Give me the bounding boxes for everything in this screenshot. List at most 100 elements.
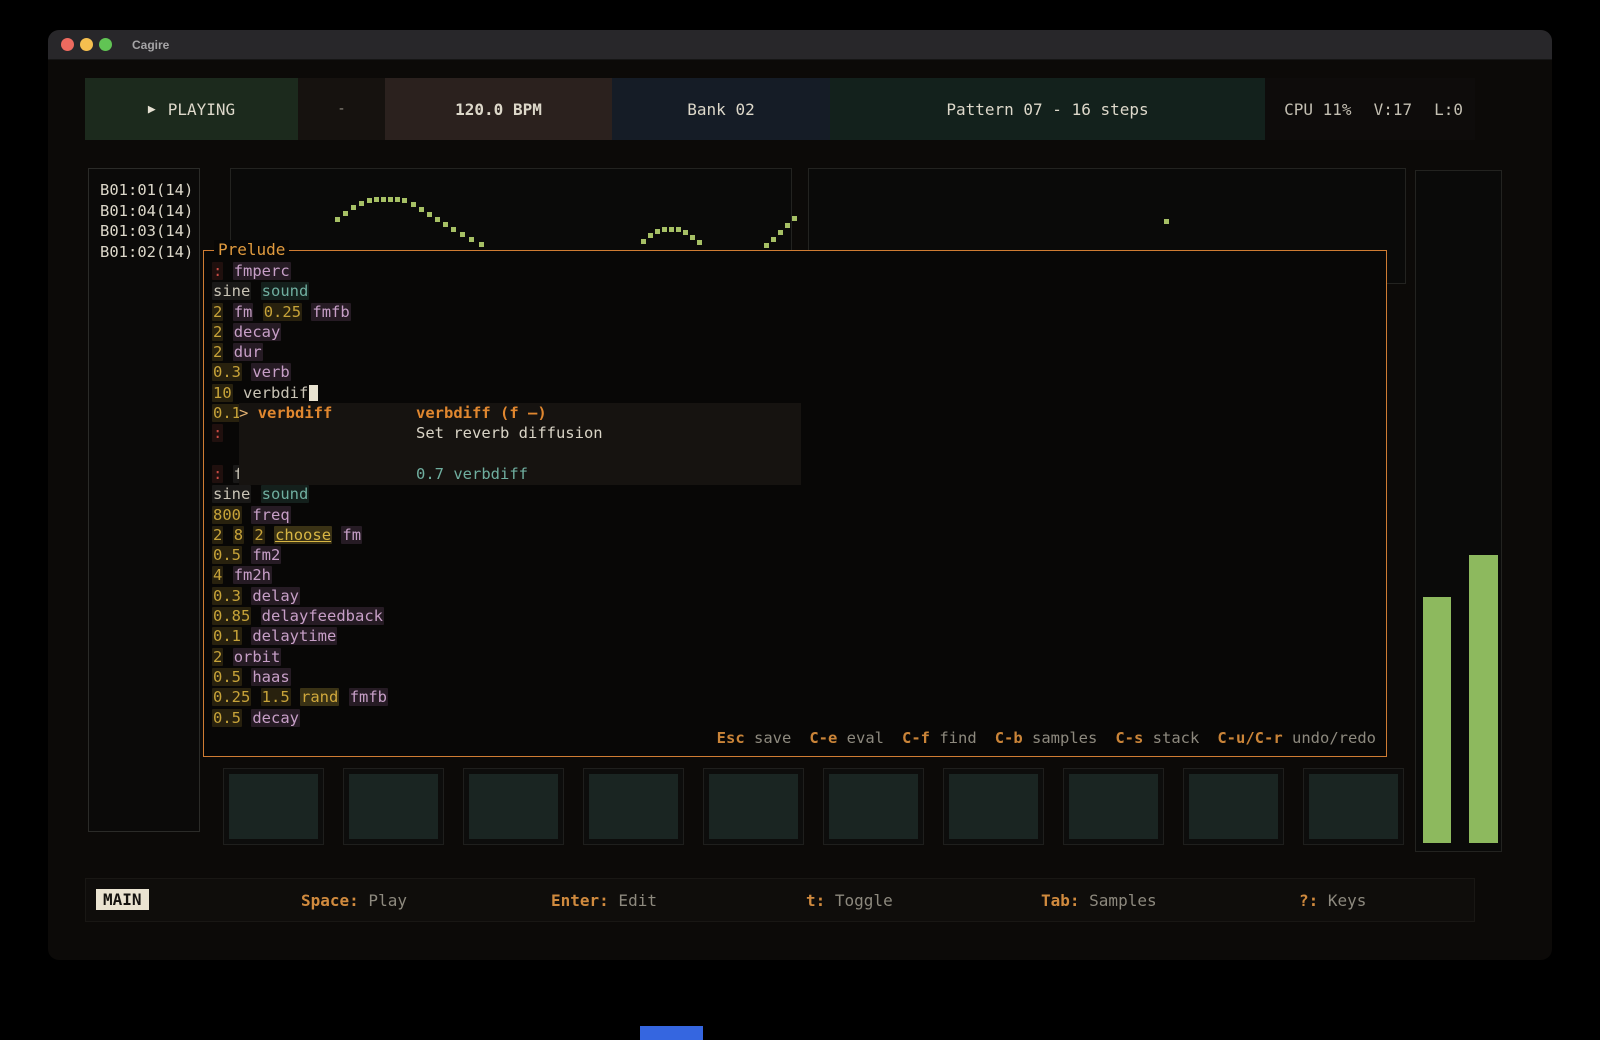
step-cell[interactable] [823,768,924,845]
zoom-window-button[interactable] [99,38,112,51]
code-token: delay [251,587,300,605]
step-cell-fill [469,774,558,839]
code-token: 0.85 [212,607,251,625]
pattern-slot-item[interactable]: B01:03(14) [100,221,199,242]
code-token: freq [251,506,290,524]
step-cell[interactable] [463,768,564,845]
pattern-label: Pattern 07 - 16 steps [946,100,1148,119]
waveform-dot [374,197,379,202]
code-token: 0.3 [212,587,242,605]
code-line[interactable]: sine sound [212,484,1378,504]
status-bar-item: Space: Play [301,891,407,910]
code-token: 2 [212,323,223,341]
code-token: 0.5 [212,709,242,727]
autocomplete-selected-item[interactable]: > verbdiff [239,403,332,423]
window-title: Cagire [132,38,169,52]
step-cell[interactable] [1183,768,1284,845]
step-cell-fill [589,774,678,839]
help-label: stack [1143,729,1199,747]
code-token: decay [251,709,300,727]
code-token: decay [233,323,282,341]
code-token: 0.1 [212,627,242,645]
waveform-dot [641,239,646,244]
code-line[interactable]: 2 dur [212,342,1378,362]
code-token: sine [212,282,251,300]
step-cell[interactable] [943,768,1044,845]
code-token: 1.5 [261,688,291,706]
status-key: Tab: [1041,891,1080,910]
code-token: fm [341,526,362,544]
bank-label: Bank 02 [687,100,754,119]
editor-help-line: Esc saveC-e evalC-f findC-b samplesC-s s… [699,728,1376,748]
function-description: Set reverb diffusion [416,423,603,443]
code-line[interactable]: 0.5 fm2 [212,545,1378,565]
step-cell[interactable] [703,768,804,845]
step-cell[interactable] [1303,768,1404,845]
waveform-dot [771,237,776,242]
bank-display[interactable]: Bank 02 [612,78,830,140]
code-token: sound [261,282,310,300]
code-token: : [212,465,223,483]
code-token: sound [261,485,310,503]
waveform-dot [381,197,386,202]
editor-help-item: C-b samples [995,729,1098,747]
step-cell-fill [229,774,318,839]
code-line[interactable]: 2 fm 0.25 fmfb [212,302,1378,322]
code-line[interactable]: 2 8 2 choose fm [212,525,1378,545]
code-token: choose [274,526,332,544]
pattern-display[interactable]: Pattern 07 - 16 steps [830,78,1265,140]
pattern-slot-item[interactable]: B01:02(14) [100,242,199,263]
code-line[interactable]: 0.1 delaytime [212,626,1378,646]
minimize-window-button[interactable] [80,38,93,51]
waveform-dot [479,242,484,247]
step-cell[interactable] [343,768,444,845]
code-line[interactable]: 0.25 1.5 rand fmfb [212,687,1378,707]
code-line[interactable]: 0.3 delay [212,586,1378,606]
pattern-slot-item[interactable]: B01:04(14) [100,201,199,222]
waveform-dot [662,227,667,232]
level-meter-panel [1415,170,1502,852]
code-token: delayfeedback [261,607,384,625]
status-key: t: [806,891,825,910]
step-cells-row [223,768,1423,845]
step-cell[interactable] [1063,768,1164,845]
code-line[interactable]: sine sound [212,281,1378,301]
code-line[interactable]: 2 orbit [212,647,1378,667]
code-token: 2 [212,526,223,544]
code-line[interactable]: 800 freq [212,505,1378,525]
code-token: 2 [212,303,223,321]
waveform-dot [395,197,400,202]
code-line[interactable]: 4 fm2h [212,565,1378,585]
help-key: C-b [995,729,1023,747]
close-window-button[interactable] [61,38,74,51]
status-label: Samples [1080,891,1157,910]
step-cell[interactable] [223,768,324,845]
play-icon: ▶ [148,102,156,117]
code-token: 2 [212,648,223,666]
code-line[interactable]: 10 verbdif [212,383,1378,403]
code-line[interactable]: 0.85 delayfeedback [212,606,1378,626]
waveform-dot [690,235,695,240]
playing-status[interactable]: ▶ PLAYING [85,78,298,140]
pattern-slot-item[interactable]: B01:01(14) [100,180,199,201]
code-editor-overlay[interactable]: Prelude : fmpercsine sound2 fm 0.25 fmfb… [203,250,1387,757]
autocomplete-item-label: verbdiff [258,404,333,422]
function-example: 0.7 verbdiff [416,464,603,484]
code-token: verb [251,363,290,381]
code-token: 0.25 [212,688,251,706]
editor-help-item: C-u/C-r undo/redo [1217,729,1376,747]
code-line[interactable]: 0.3 verb [212,362,1378,382]
editor-help-item: C-e eval [809,729,884,747]
code-line[interactable]: 0.5 decay [212,708,1378,728]
code-line[interactable]: 0.5 haas [212,667,1378,687]
help-label: undo/redo [1283,729,1376,747]
step-cell-fill [949,774,1038,839]
function-signature: verbdiff (f —) [416,403,603,423]
step-cell[interactable] [583,768,684,845]
code-token: 4 [212,566,223,584]
step-cell-fill [1069,774,1158,839]
bpm-display[interactable]: 120.0 BPM [385,78,612,140]
code-line[interactable]: 2 decay [212,322,1378,342]
code-line[interactable]: : fmperc [212,261,1378,281]
step-cell-fill [709,774,798,839]
